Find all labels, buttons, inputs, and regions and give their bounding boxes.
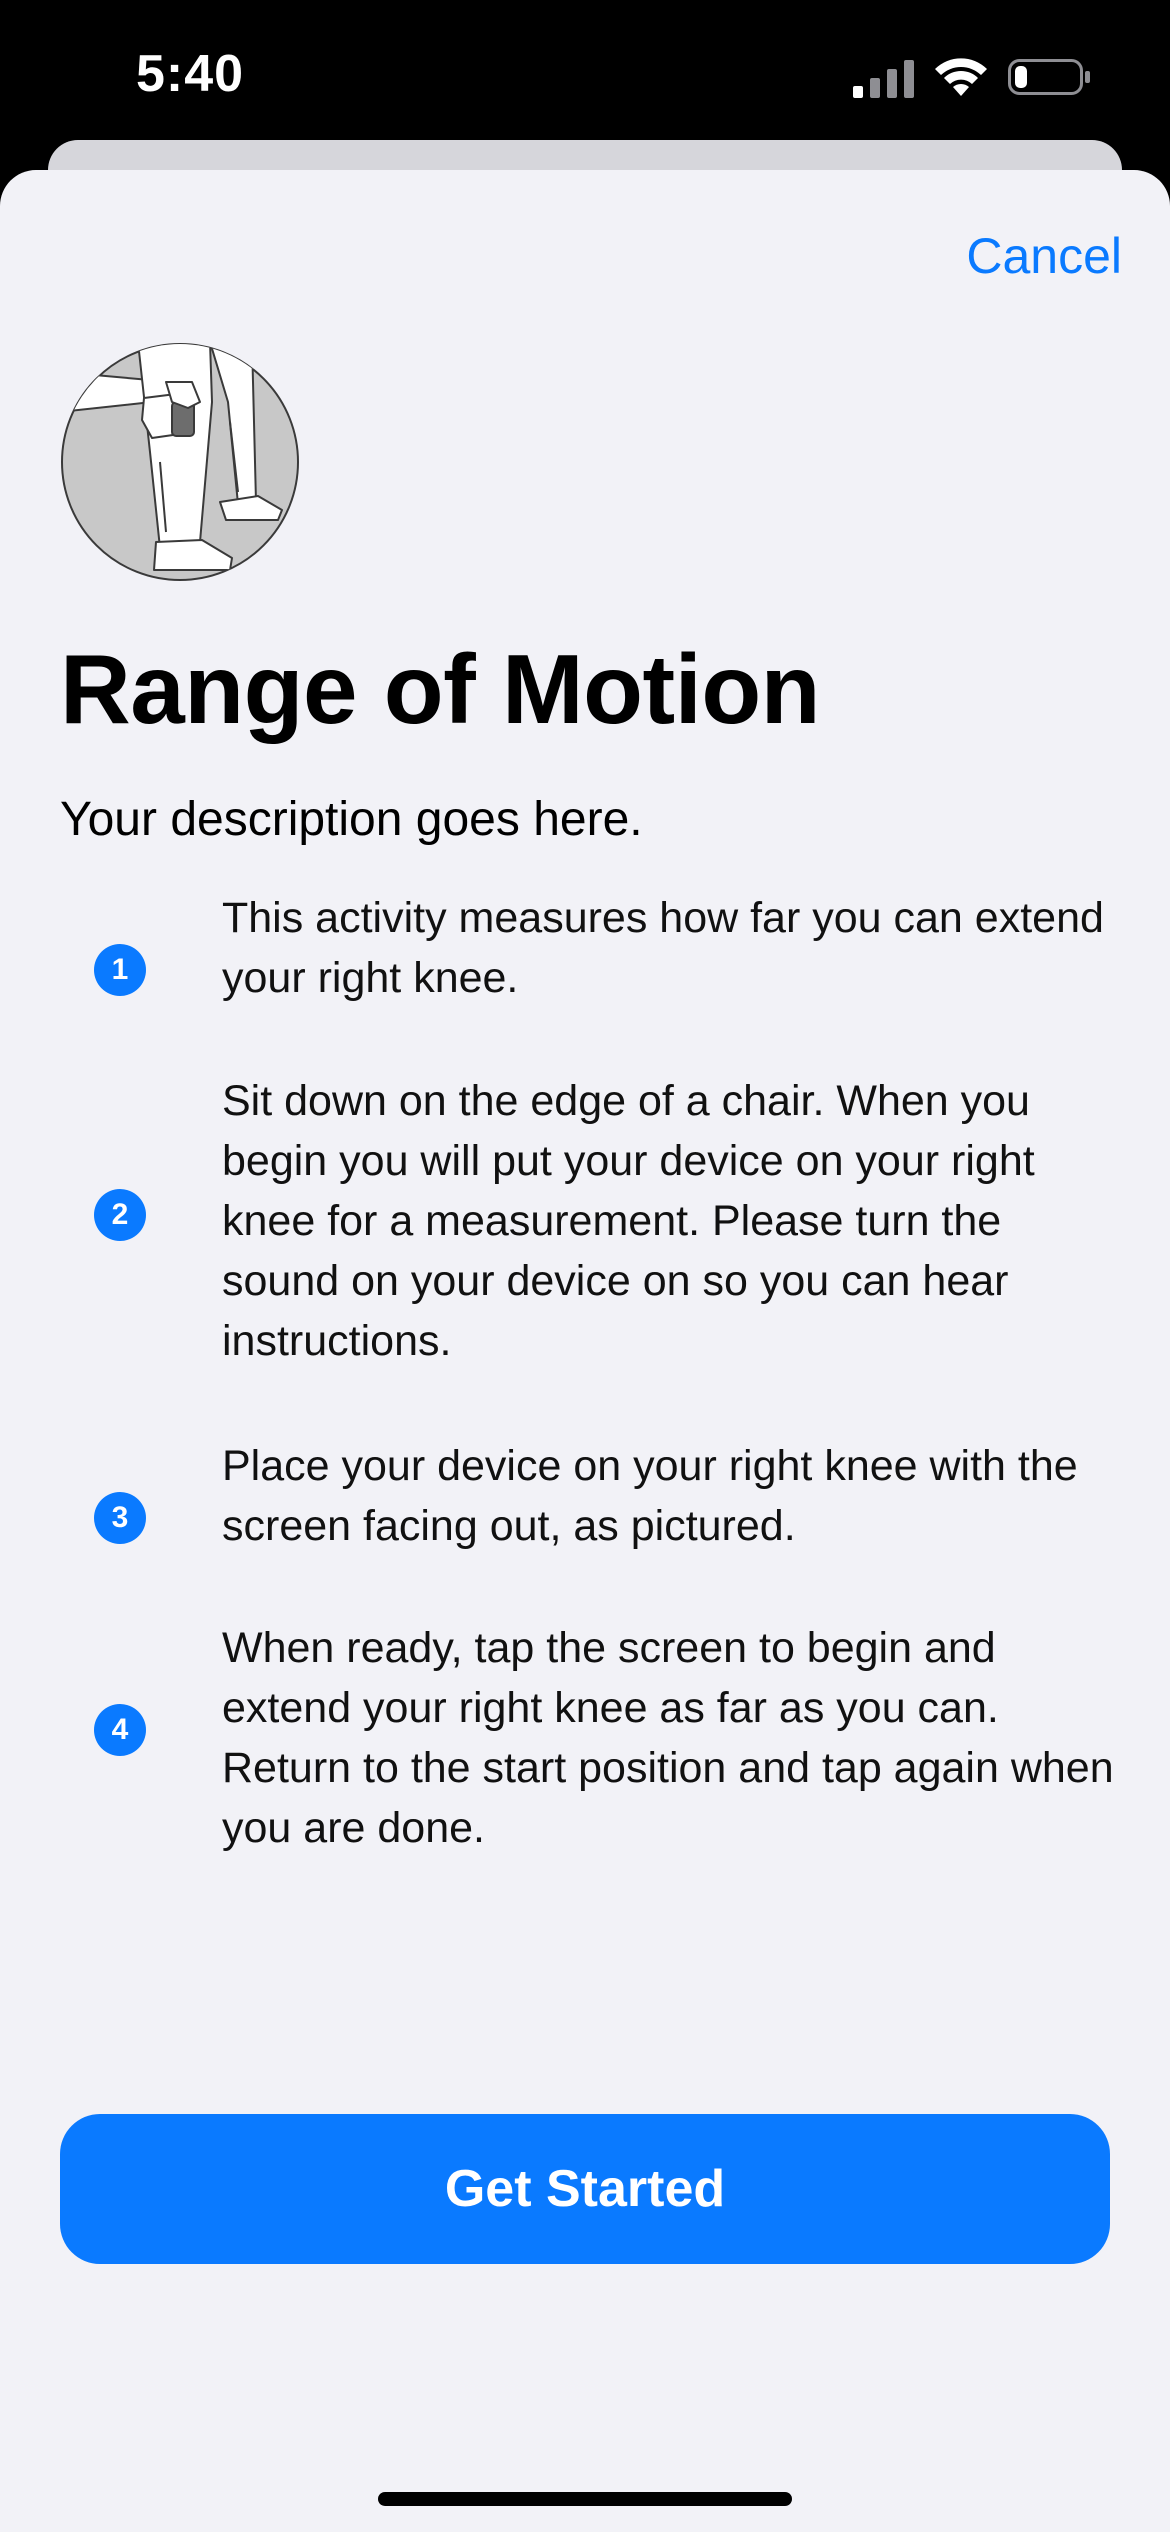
step-text: Sit down on the edge of a chair. When yo… xyxy=(222,1077,1035,1365)
step-number-badge: 2 xyxy=(94,1189,146,1241)
status-time: 5:40 xyxy=(136,45,245,103)
home-indicator[interactable] xyxy=(378,2492,792,2506)
description-text: Your description goes here. xyxy=(60,793,643,846)
page-title: Range of Motion xyxy=(60,634,821,744)
step-text: When ready, tap the screen to begin and … xyxy=(222,1624,1114,1852)
step-number-badge: 4 xyxy=(94,1704,146,1756)
cancel-button[interactable]: Cancel xyxy=(966,226,1122,286)
step-text: This activity measures how far you can e… xyxy=(222,894,1104,1002)
battery-icon xyxy=(1008,59,1090,95)
cellular-signal-icon xyxy=(853,60,914,98)
knee-device-illustration xyxy=(61,343,299,581)
get-started-button[interactable]: Get Started xyxy=(60,2114,1110,2264)
step-text: Place your device on your right knee wit… xyxy=(222,1442,1078,1550)
step-number-badge: 1 xyxy=(94,944,146,996)
status-bar: 5:40 xyxy=(0,0,1170,150)
step-number-badge: 3 xyxy=(94,1492,146,1544)
modal-sheet: Cancel Range of Motion Your description … xyxy=(0,170,1170,2532)
wifi-icon xyxy=(935,58,987,96)
